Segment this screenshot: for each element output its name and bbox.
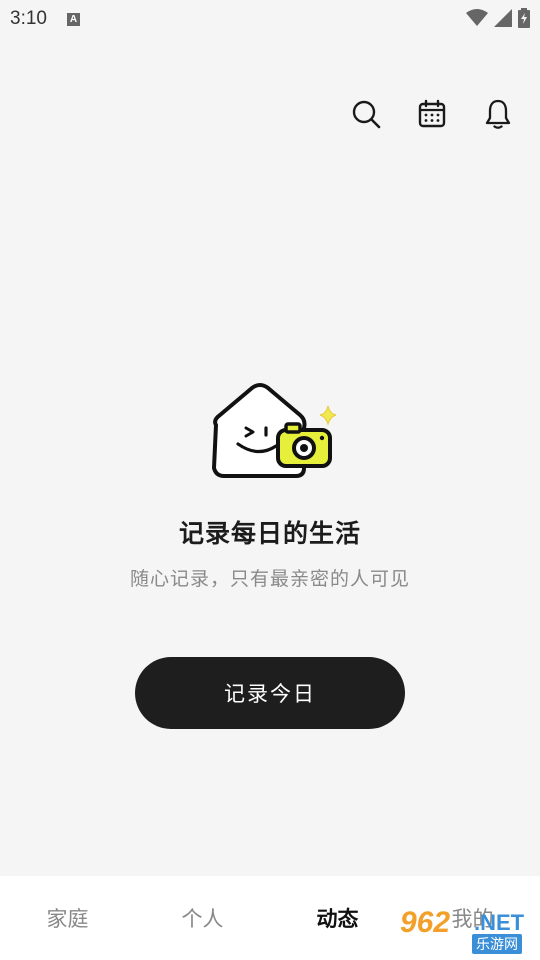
status-indicators (466, 8, 530, 28)
empty-state-subtitle: 随心记录，只有最亲密的人可见 (129, 568, 410, 590)
watermark-domain: .NET (474, 910, 525, 935)
tab-family[interactable]: 家庭 (0, 876, 135, 960)
house-mascot-camera-illustration (212, 383, 337, 478)
top-toolbar (0, 96, 540, 136)
signal-icon (494, 9, 512, 27)
bell-icon (485, 99, 511, 129)
wifi-icon (466, 9, 488, 26)
watermark-name: 乐游网 (472, 934, 522, 954)
record-today-button[interactable]: 记录今日 (135, 657, 405, 729)
calendar-icon (418, 99, 446, 128)
status-bar: 3:10 A (0, 0, 540, 38)
status-time: 3:10 (10, 8, 47, 29)
tab-personal[interactable]: 个人 (135, 876, 270, 960)
notifications-button[interactable] (480, 96, 516, 132)
empty-state-title: 记录每日的生活 (178, 519, 361, 548)
calendar-button[interactable] (414, 96, 450, 132)
notification-icon: A (66, 12, 80, 26)
watermark-number: 962 (400, 906, 451, 939)
tab-moments[interactable]: 动态 (270, 876, 405, 960)
search-button[interactable] (348, 96, 384, 132)
site-watermark: 962 .NET 乐游网 (400, 906, 532, 954)
search-icon (352, 100, 381, 129)
battery-icon (518, 8, 530, 28)
